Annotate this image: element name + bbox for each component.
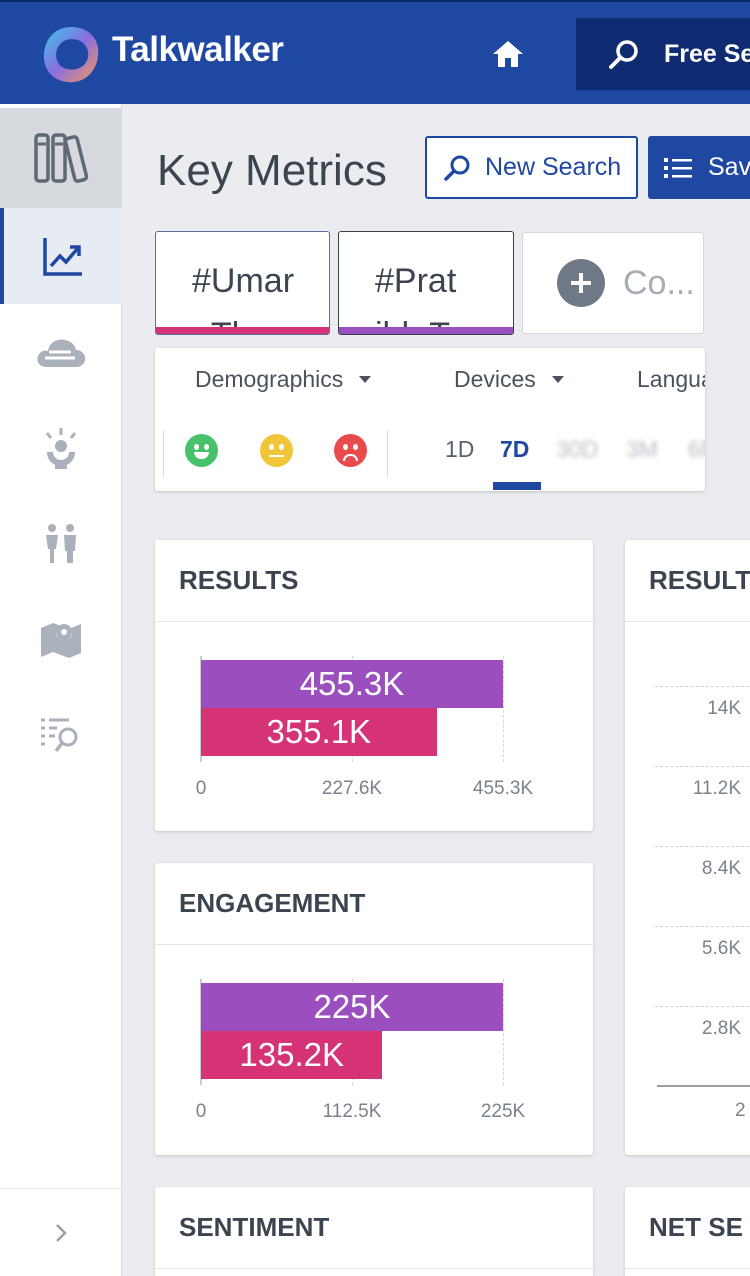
x-tick-label: 2 bbox=[735, 1100, 746, 1121]
widget-title: ENGAGEMENT bbox=[155, 863, 593, 945]
sidebar-item-search-results[interactable] bbox=[0, 688, 122, 784]
sidebar-item-map[interactable] bbox=[0, 592, 122, 688]
axis-line bbox=[657, 1085, 750, 1087]
query-color-bar bbox=[156, 327, 329, 334]
map-icon bbox=[41, 623, 81, 658]
sidebar-item-topics[interactable] bbox=[0, 304, 122, 400]
widget-title: RESULT bbox=[625, 540, 750, 622]
library-icon bbox=[34, 133, 89, 183]
divider bbox=[387, 430, 388, 478]
top-bar: Talkwalker Free Se bbox=[0, 0, 750, 104]
query-tab-umar[interactable]: #Umar ..Th... bbox=[155, 231, 330, 335]
bar-series-2[interactable]: 355.1K bbox=[201, 708, 437, 756]
language-dropdown[interactable]: Language bbox=[637, 366, 705, 393]
list-search-icon bbox=[41, 718, 78, 753]
y-tick-label: 5.6K bbox=[701, 938, 741, 959]
neutral-sentiment-icon[interactable] bbox=[260, 434, 293, 467]
new-search-label: New Search bbox=[485, 153, 622, 181]
net-sentiment-widget: NET SE bbox=[625, 1187, 750, 1276]
sidebar bbox=[0, 104, 122, 1276]
new-search-button[interactable]: New Search bbox=[425, 136, 638, 199]
y-tick-label: 2.8K bbox=[701, 1018, 741, 1039]
engagement-bar-chart: 225K 135.2K 0 112.5K 225K bbox=[155, 945, 593, 1154]
influencer-icon bbox=[45, 428, 77, 469]
page-title: Key Metrics bbox=[157, 146, 387, 195]
y-tick-label: 8.4K bbox=[701, 858, 741, 879]
devices-dropdown[interactable]: Devices bbox=[454, 366, 564, 393]
save-button[interactable]: Save bbox=[648, 136, 750, 199]
home-button[interactable] bbox=[486, 36, 530, 72]
dropdown-label: Devices bbox=[454, 366, 536, 392]
query-tab-label: #Umar bbox=[192, 262, 295, 300]
bar-series-1[interactable]: 455.3K bbox=[201, 660, 503, 708]
brand-name: Talkwalker bbox=[112, 30, 284, 69]
compare-label: Co... bbox=[623, 263, 695, 302]
x-tick-label: 455.3K bbox=[472, 778, 534, 799]
demographics-dropdown[interactable]: Demographics bbox=[195, 366, 372, 393]
list-icon bbox=[664, 157, 692, 178]
period-7d[interactable]: 7D bbox=[500, 436, 529, 463]
gridline bbox=[503, 656, 504, 762]
widget-title: RESULTS bbox=[155, 540, 593, 622]
dropdown-label: Language bbox=[637, 366, 705, 392]
y-tick-label: 11.2K bbox=[692, 778, 741, 799]
caret-down-icon bbox=[551, 376, 564, 383]
engagement-widget: ENGAGEMENT 225K 135.2K 0 112.5K 225K bbox=[155, 863, 593, 1155]
people-icon bbox=[46, 524, 76, 563]
query-tab-label: #Prat bbox=[375, 262, 457, 300]
period-6m[interactable]: 6M bbox=[688, 436, 705, 463]
filter-card: Demographics Devices Language 1D 7D 30D … bbox=[155, 348, 705, 491]
x-tick-label: 225K bbox=[480, 1101, 526, 1122]
save-label: Save bbox=[708, 153, 750, 181]
sidebar-item-demographics[interactable] bbox=[0, 496, 122, 592]
active-period-indicator bbox=[493, 482, 541, 490]
y-tick-label: 14K bbox=[707, 698, 741, 719]
caret-down-icon bbox=[359, 376, 372, 383]
search-icon bbox=[609, 40, 638, 69]
results-over-time-widget: RESULT 14K 11.2K 8.4K 5.6K 2.8K 2 bbox=[625, 540, 750, 1155]
bar-series-2[interactable]: 135.2K bbox=[201, 1031, 383, 1079]
negative-sentiment-icon[interactable] bbox=[334, 434, 367, 467]
x-tick-label: 0 bbox=[195, 778, 207, 799]
results-bar-chart: 455.3K 355.1K 0 227.6K 455.3K bbox=[155, 622, 593, 831]
divider bbox=[163, 430, 164, 478]
results-widget: RESULTS 455.3K 355.1K 0 227.6K 455.3K bbox=[155, 540, 593, 831]
query-color-bar bbox=[339, 327, 513, 334]
widget-title: NET SE bbox=[625, 1187, 750, 1269]
chart-line-icon bbox=[43, 238, 82, 276]
free-search-label: Free Se bbox=[664, 39, 750, 68]
search-icon bbox=[444, 155, 470, 181]
plus-icon bbox=[557, 259, 605, 307]
x-tick-label: 227.6K bbox=[321, 778, 383, 799]
dropdown-label: Demographics bbox=[195, 366, 344, 392]
sentiment-widget: SENTIMENT bbox=[155, 1187, 593, 1276]
period-1d[interactable]: 1D bbox=[445, 436, 474, 463]
gridline bbox=[503, 979, 504, 1085]
sidebar-item-influencers[interactable] bbox=[0, 400, 122, 496]
period-3m[interactable]: 3M bbox=[626, 436, 658, 463]
query-tab-prat[interactable]: #Prat ibh T... bbox=[338, 231, 514, 335]
cloud-icon bbox=[37, 339, 86, 367]
sidebar-expand-button[interactable] bbox=[0, 1188, 122, 1276]
period-30d[interactable]: 30D bbox=[556, 436, 598, 463]
widget-title: SENTIMENT bbox=[155, 1187, 593, 1269]
x-tick-label: 112.5K bbox=[322, 1101, 382, 1122]
x-tick-label: 0 bbox=[195, 1101, 207, 1122]
compare-button[interactable]: Co... bbox=[522, 232, 704, 334]
free-search-button[interactable]: Free Se bbox=[576, 18, 750, 90]
positive-sentiment-icon[interactable] bbox=[185, 434, 218, 467]
chevron-right-icon bbox=[56, 1223, 67, 1242]
sidebar-item-analytics[interactable] bbox=[0, 208, 122, 304]
talkwalker-logo[interactable] bbox=[40, 24, 102, 86]
bar-series-1[interactable]: 225K bbox=[201, 983, 503, 1031]
sidebar-item-library[interactable] bbox=[0, 108, 122, 208]
home-icon bbox=[493, 41, 523, 67]
